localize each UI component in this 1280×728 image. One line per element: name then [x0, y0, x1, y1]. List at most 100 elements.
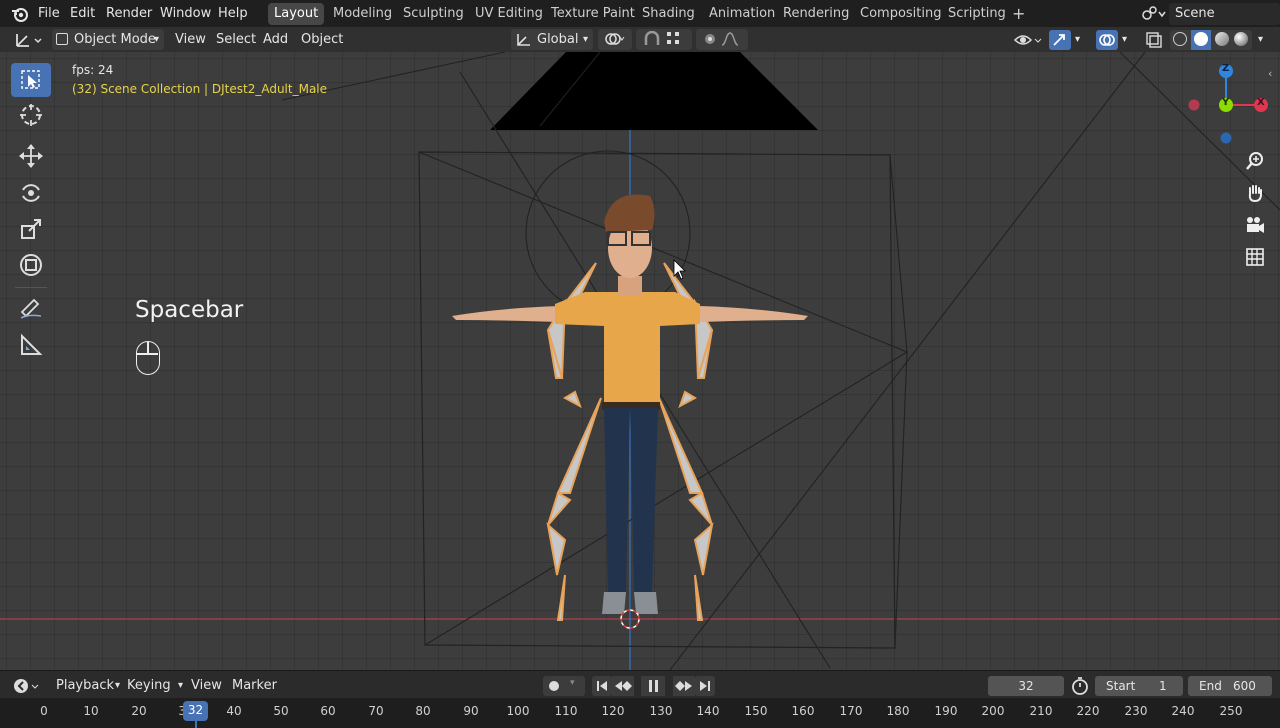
frame-tick: 110: [554, 704, 578, 718]
frame-tick: 100: [506, 704, 530, 718]
chevron-down-icon: ▾: [570, 678, 575, 688]
playback-label: Playback: [56, 678, 115, 693]
scene-canvas[interactable]: [0, 52, 1280, 670]
frame-tick: 80: [415, 704, 431, 718]
playhead[interactable]: 32: [183, 701, 208, 721]
jump-keyframe-back-button[interactable]: [612, 676, 634, 696]
zoom-view-button[interactable]: [1241, 147, 1269, 175]
tab-rendering[interactable]: Rendering: [777, 3, 855, 25]
jump-start-button[interactable]: [592, 676, 612, 696]
eye-icon: [1013, 35, 1042, 45]
timeline-view-menu[interactable]: View: [191, 675, 222, 696]
overlays-toggle[interactable]: [1096, 30, 1118, 50]
timeline-editor-type-menu[interactable]: [12, 676, 42, 696]
camera-view-button[interactable]: [1241, 211, 1269, 239]
annotate-tool[interactable]: [11, 290, 51, 324]
cursor-tool[interactable]: [11, 98, 51, 132]
move-tool[interactable]: [11, 139, 51, 173]
scale-tool[interactable]: [11, 212, 51, 246]
snapping-controls[interactable]: [636, 29, 692, 50]
timeline-header: Playback ▾ Keying ▾ View Marker ▾ 32 Sta…: [0, 670, 1280, 699]
measure-tool[interactable]: [11, 328, 51, 362]
frame-tick: 240: [1171, 704, 1195, 718]
tab-layout[interactable]: Layout: [268, 3, 325, 25]
gizmo-toggle[interactable]: [1049, 30, 1071, 50]
tab-compositing[interactable]: Compositing: [854, 3, 948, 25]
object-mode-dropdown[interactable]: Object Mode ▾: [52, 29, 164, 50]
xray-toggle[interactable]: [1144, 30, 1164, 50]
scene-selector[interactable]: Scene: [1138, 3, 1280, 25]
sidebar-toggle-icon[interactable]: ‹: [1268, 67, 1272, 80]
rendered-shading-icon[interactable]: [1234, 32, 1248, 46]
zoom-icon: [1246, 152, 1263, 170]
frame-tick: 20: [131, 704, 147, 718]
menu-add[interactable]: Add: [263, 29, 288, 50]
timeline-marker-menu[interactable]: Marker: [232, 675, 277, 696]
pivot-icon: [605, 33, 625, 45]
pan-view-button[interactable]: [1241, 179, 1269, 207]
proportional-editing-controls[interactable]: [696, 29, 748, 50]
chevron-down-icon[interactable]: ▾: [1122, 30, 1127, 50]
playback-menu[interactable]: Playback ▾: [50, 675, 120, 696]
tab-modeling[interactable]: Modeling: [327, 3, 398, 25]
current-frame-field[interactable]: 32: [988, 676, 1064, 696]
orientation-icon: [516, 32, 532, 54]
pivot-point-dropdown[interactable]: [598, 29, 632, 50]
jump-start-icon: [597, 681, 607, 691]
auto-keying-toggle[interactable]: ▾: [543, 676, 585, 696]
shading-modes[interactable]: [1170, 30, 1252, 50]
tab-scripting[interactable]: Scripting: [942, 3, 1012, 25]
tab-sculpting[interactable]: Sculpting: [397, 3, 470, 25]
cursor-icon: [20, 104, 42, 126]
blender-logo-icon[interactable]: [11, 5, 29, 23]
navigation-gizmo[interactable]: Z Y X: [1184, 60, 1274, 150]
start-frame-field[interactable]: Start 1: [1095, 676, 1183, 696]
solid-shading-icon[interactable]: [1194, 32, 1208, 46]
preview-range-toggle[interactable]: [1070, 676, 1090, 696]
end-frame-field[interactable]: End 600: [1188, 676, 1272, 696]
chevron-down-icon[interactable]: ▾: [1258, 30, 1263, 50]
toolbar-divider: [15, 287, 47, 288]
frame-tick: 10: [83, 704, 99, 718]
chevron-down-icon[interactable]: ▾: [1075, 30, 1080, 50]
menu-select[interactable]: Select: [216, 29, 256, 50]
menu-render[interactable]: Render: [106, 5, 152, 23]
wireframe-shading-icon[interactable]: [1173, 32, 1187, 46]
tab-animation[interactable]: Animation: [703, 3, 781, 25]
tab-uv-editing[interactable]: UV Editing: [469, 3, 549, 25]
frame-tick: 170: [839, 704, 863, 718]
ortho-toggle-button[interactable]: [1241, 243, 1269, 271]
menu-view[interactable]: View: [175, 29, 206, 50]
pause-button[interactable]: [641, 676, 665, 696]
menu-file[interactable]: File: [38, 5, 60, 23]
playhead-line: [195, 721, 197, 728]
add-workspace-button[interactable]: +: [1006, 3, 1031, 25]
timeline-ruler[interactable]: 0 10 20 30 40 50 60 70 80 90 100 110 120…: [0, 698, 1280, 728]
top-menu-bar: File Edit Render Window Help Layout Mode…: [0, 0, 1280, 27]
jump-end-icon: [700, 681, 710, 691]
menu-help[interactable]: Help: [218, 5, 248, 23]
hand-icon: [1248, 185, 1262, 203]
menu-edit[interactable]: Edit: [70, 5, 95, 23]
editor-type-menu[interactable]: [13, 30, 45, 50]
rotate-tool[interactable]: [11, 176, 51, 210]
transform-icon: [20, 254, 42, 276]
material-shading-icon[interactable]: [1215, 32, 1229, 46]
jump-keyframe-forward-button[interactable]: [673, 676, 695, 696]
tab-shading[interactable]: Shading: [636, 3, 701, 25]
3d-viewport[interactable]: fps: 24 (32) Scene Collection | DJtest2_…: [0, 52, 1280, 670]
scene-collection-info: (32) Scene Collection | DJtest2_Adult_Ma…: [72, 82, 328, 96]
menu-window[interactable]: Window: [160, 5, 211, 23]
keying-menu[interactable]: Keying ▾: [121, 675, 183, 696]
gizmo-y-label: Y: [1222, 97, 1230, 108]
jump-end-button[interactable]: [695, 676, 715, 696]
mouse-icon: [136, 341, 160, 375]
tab-texture-paint[interactable]: Texture Paint: [545, 3, 641, 25]
transform-orientation-dropdown[interactable]: Global ▾: [511, 29, 593, 50]
select-box-tool[interactable]: [11, 63, 51, 97]
orientation-label: Global: [537, 32, 579, 47]
frame-tick: 60: [320, 704, 336, 718]
visibility-dropdown[interactable]: [1013, 30, 1045, 50]
menu-object[interactable]: Object: [301, 29, 343, 50]
transform-tool[interactable]: [11, 248, 51, 282]
